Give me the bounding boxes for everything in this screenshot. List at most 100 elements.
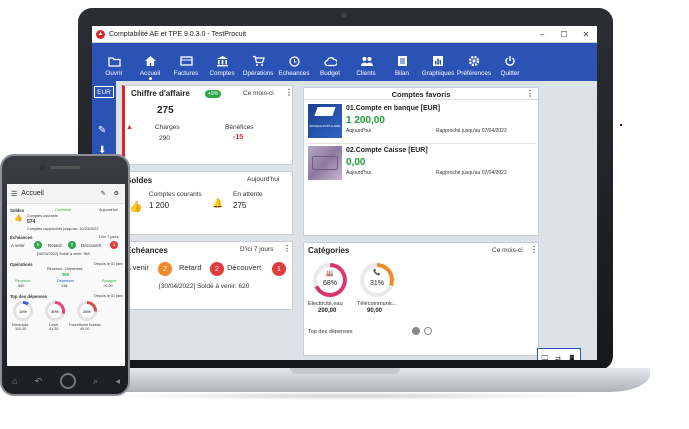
phone-ops-value: 360 bbox=[62, 272, 70, 277]
toolbar-budget-label: Budget bbox=[320, 70, 340, 77]
phone-soldes-title: Soldes bbox=[10, 208, 25, 213]
phone-gauge-1-percent: 10% bbox=[16, 304, 30, 318]
phone-search-icon[interactable]: ⌕ bbox=[93, 376, 98, 387]
bell-icon: 🔔 bbox=[212, 198, 224, 208]
ca-menu-icon[interactable]: ⋮ bbox=[285, 88, 293, 97]
toolbar-clients-label: Clients bbox=[356, 70, 376, 77]
phone-soldes-value: 574 bbox=[27, 219, 36, 225]
charges-label: Charges bbox=[155, 124, 180, 131]
thumbs-up-icon: 👍 bbox=[129, 201, 143, 213]
phone-power-button[interactable] bbox=[59, 373, 76, 389]
phone-ops-period: Depuis le 01 janv bbox=[94, 262, 124, 266]
device-switch[interactable]: 🖵 ⇄ 📱 bbox=[537, 348, 581, 360]
app-window: ▲ Comptabilité AE et TPE 9.0.3.0 - TestP… bbox=[92, 26, 597, 360]
phone-edit-icon[interactable]: ✎ bbox=[101, 190, 106, 197]
avenir-count[interactable]: 2 bbox=[158, 262, 172, 276]
account-row-1[interactable]: BANQUE POPULAIRE 01.Compte en banque [EU… bbox=[308, 104, 536, 144]
phone-icon: 📞 bbox=[373, 270, 381, 276]
laptop-shadow bbox=[110, 392, 590, 400]
toolbar-ouvrir-label: Ouvrir bbox=[105, 70, 123, 77]
account-2-date: Aujourd'hui bbox=[346, 170, 371, 176]
decouvert-count[interactable]: 1 bbox=[272, 262, 286, 276]
categories-card: Catégories Ce mois-ci ⋮ 🏭 68% Electricit… bbox=[303, 242, 539, 356]
echeances-menu-icon[interactable]: ⋮ bbox=[283, 244, 291, 253]
phone-ech-avenir: A venir bbox=[11, 243, 25, 248]
monitor-icon: 🖵 bbox=[541, 355, 549, 360]
phone-ech-avenir-count[interactable]: 5 bbox=[34, 241, 42, 249]
cart-icon bbox=[252, 55, 265, 67]
phone-ops-title: Opérations bbox=[10, 262, 33, 267]
mobile-icon: 📱 bbox=[567, 356, 577, 360]
toolbar-accueil-label: Accueil bbox=[139, 70, 161, 77]
retard-count[interactable]: 2 bbox=[210, 262, 224, 276]
maximize-button[interactable]: ☐ bbox=[553, 30, 575, 39]
toolbar-quitter-label: Quitter bbox=[500, 70, 520, 77]
phone-volume-icon[interactable]: ◂ bbox=[115, 376, 120, 387]
favoris-card: Comptes favoris ⋮ BANQUE POPULAIRE 01.Co… bbox=[303, 87, 539, 236]
toolbar-preferences[interactable]: Préférences bbox=[456, 43, 492, 81]
main-toolbar: Ouvrir Accueil Factures Comptes Opératio… bbox=[92, 43, 597, 81]
phone-gauge-2[interactable]: 30% bbox=[45, 301, 65, 321]
phone-gauge-1[interactable]: 10% bbox=[13, 301, 33, 321]
toolbar-factures-label: Factures bbox=[173, 70, 199, 77]
phone-ech-retard-count[interactable]: 0 bbox=[68, 241, 76, 249]
toolbar-echeances[interactable]: Echeances bbox=[276, 43, 312, 81]
banknote-image bbox=[308, 146, 342, 180]
currency-selector[interactable]: EUR bbox=[94, 86, 114, 98]
switch-arrows-icon: ⇄ bbox=[555, 356, 561, 360]
edit-icon[interactable]: ✎ bbox=[98, 125, 110, 137]
phone-dep-value: 138 bbox=[61, 284, 68, 288]
phone-gauge-3[interactable]: 26% bbox=[77, 301, 97, 321]
toolbar-comptes-label: Comptes bbox=[209, 70, 235, 77]
phone-soldes-sub: Comptes courants bbox=[27, 214, 58, 218]
toolbar-accueil[interactable]: Accueil bbox=[132, 43, 168, 81]
users-icon bbox=[360, 55, 373, 67]
ca-badge: +9% bbox=[205, 90, 222, 98]
gauge-2-percent: 31% bbox=[369, 280, 384, 287]
bank-icon bbox=[216, 55, 229, 67]
toolbar-ouvrir[interactable]: Ouvrir bbox=[96, 43, 132, 81]
toolbar-comptes[interactable]: Comptes bbox=[204, 43, 240, 81]
minimize-button[interactable]: – bbox=[531, 30, 553, 39]
phone-epargne-label: Épargne bbox=[102, 279, 117, 283]
phone-top-2-value: 41,30 bbox=[49, 327, 59, 331]
page-dot-active[interactable] bbox=[412, 327, 420, 335]
account-2-reconciled: Rapproché jusqu'au 07/04/2022 bbox=[436, 170, 507, 176]
decouvert-label: Découvert bbox=[227, 263, 262, 272]
phone-epargne-value: +0,00 bbox=[103, 284, 113, 288]
banque-populaire-logo: BANQUE POPULAIRE bbox=[308, 104, 342, 138]
attente-label: En attente bbox=[233, 191, 263, 198]
toolbar-graphiques-label: Graphiques bbox=[421, 70, 455, 77]
toolbar-factures[interactable]: Factures bbox=[168, 43, 204, 81]
title-bar: ▲ Comptabilité AE et TPE 9.0.3.0 - TestP… bbox=[92, 26, 597, 43]
phone-home-icon[interactable]: ⌂ bbox=[12, 376, 17, 386]
account-1-reconciled: Rapproché jusqu'au 07/04/2022 bbox=[436, 128, 507, 134]
category-2-label: Télécommunic... bbox=[357, 301, 398, 307]
soldes-period: Aujourd'hui bbox=[247, 176, 280, 183]
category-gauge-2[interactable]: 📞 31% bbox=[360, 263, 394, 297]
toolbar-budget[interactable]: Budget bbox=[312, 43, 348, 81]
close-button[interactable]: ✕ bbox=[575, 30, 597, 39]
phone-back-icon[interactable]: ↶ bbox=[35, 376, 43, 387]
phone-device: ☰ Accueil ✎ ⚙ Soldes Connecté Aujourd'hu… bbox=[0, 154, 130, 396]
account-row-2[interactable]: 02.Compte Caisse [EUR] 0,00 Aujourd'hui … bbox=[308, 146, 536, 186]
phone-gear-icon[interactable]: ⚙ bbox=[114, 190, 119, 197]
categories-footer: Top des dépenses bbox=[308, 329, 353, 335]
categories-period: Ce mois-ci bbox=[492, 247, 523, 254]
toolbar-clients[interactable]: Clients bbox=[348, 43, 384, 81]
toolbar-graphiques[interactable]: Graphiques bbox=[420, 43, 456, 81]
category-gauge-1[interactable]: 🏭 68% bbox=[313, 263, 347, 297]
phone-dep-label: Dépenses bbox=[57, 279, 75, 283]
phone-menu-icon[interactable]: ☰ bbox=[11, 190, 17, 198]
power-icon bbox=[504, 55, 517, 67]
phone-ech-decouvert-count[interactable]: 1 bbox=[110, 241, 118, 249]
gauge-1-percent: 68% bbox=[322, 280, 337, 287]
phone-camera bbox=[40, 165, 45, 170]
soldes-card: Soldes Aujourd'hui 👍 Comptes courants 1 … bbox=[122, 171, 293, 235]
toolbar-bilan[interactable]: Bilan bbox=[384, 43, 420, 81]
toolbar-operations[interactable]: Opérations bbox=[240, 43, 276, 81]
toolbar-quitter[interactable]: Quitter bbox=[492, 43, 528, 81]
favoris-menu-icon[interactable]: ⋮ bbox=[526, 89, 534, 98]
page-dot-inactive[interactable] bbox=[424, 327, 432, 335]
categories-menu-icon[interactable]: ⋮ bbox=[530, 245, 538, 254]
